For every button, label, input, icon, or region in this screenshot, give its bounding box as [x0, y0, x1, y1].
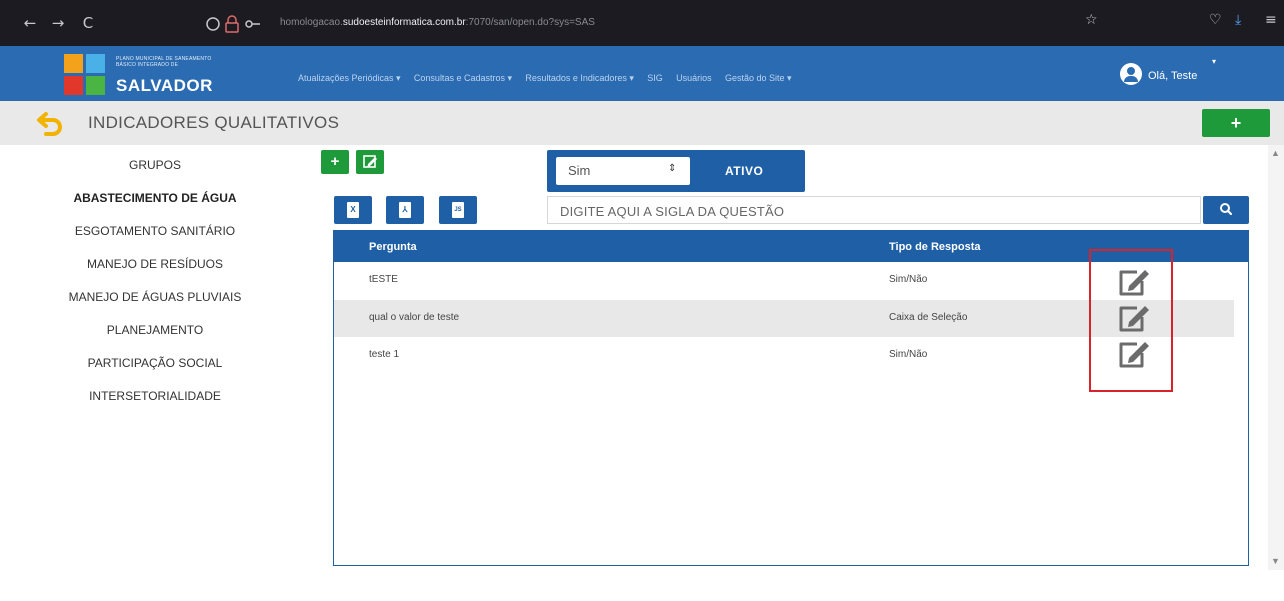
- column-header-tipo-resposta[interactable]: Tipo de Resposta: [889, 241, 980, 253]
- sidebar-item-planejamento[interactable]: PLANEJAMENTO: [0, 323, 310, 337]
- back-return-icon[interactable]: [36, 108, 66, 138]
- back-arrow-icon[interactable]: ←: [22, 14, 38, 32]
- sidebar-item-intersetorialidade[interactable]: INTERSETORIALIDADE: [0, 389, 310, 403]
- page-title: INDICADORES QUALITATIVOS: [88, 113, 340, 132]
- forward-arrow-icon[interactable]: →: [50, 14, 66, 32]
- cell-tipo-resposta: Sim/Não: [889, 274, 928, 285]
- security-icons: [206, 15, 260, 33]
- nav-gestao[interactable]: Gestão do Site ▾: [725, 73, 792, 83]
- select-arrows-icon: ⇕: [668, 163, 677, 174]
- export-excel-button[interactable]: X: [334, 196, 372, 224]
- active-select-value: Sim: [568, 163, 591, 178]
- reload-icon[interactable]: C: [80, 14, 96, 32]
- export-pdf-button[interactable]: ⅄: [386, 196, 424, 224]
- search-icon: [1220, 203, 1233, 216]
- cell-pergunta: tESTE: [369, 274, 398, 285]
- url-domain: sudoesteinformatica.com.br: [342, 17, 466, 28]
- pdf-file-icon: ⅄: [399, 202, 411, 218]
- user-greeting: Olá, Teste: [1148, 70, 1198, 82]
- active-label: ATIVO: [725, 164, 764, 178]
- scroll-up-icon[interactable]: ▲: [1271, 148, 1280, 158]
- cell-tipo-resposta: Caixa de Seleção: [889, 312, 968, 323]
- pocket-shield-icon[interactable]: ♡: [1209, 12, 1222, 28]
- download-icon[interactable]: ⤓: [1235, 12, 1241, 28]
- sidebar-heading-grupos: GRUPOS: [128, 158, 181, 172]
- nav-sig[interactable]: SIG: [647, 73, 663, 83]
- scroll-down-icon[interactable]: ▼: [1271, 556, 1280, 566]
- user-avatar-icon: [1120, 63, 1142, 85]
- sidebar-item-abastecimento[interactable]: ABASTECIMENTO DE ÁGUA: [0, 191, 310, 205]
- cell-tipo-resposta: Sim/Não: [889, 349, 928, 360]
- sidebar-item-aguas-pluviais[interactable]: MANEJO DE ÁGUAS PLUVIAIS: [0, 290, 310, 304]
- cell-pergunta: teste 1: [369, 349, 400, 360]
- url-prefix: homologacao.: [280, 17, 343, 28]
- highlight-box: [1089, 249, 1173, 392]
- search-input[interactable]: DIGITE AQUI A SIGLA DA QUESTÃO: [547, 196, 1201, 224]
- menu-icon[interactable]: ≡: [1265, 12, 1277, 28]
- url-suffix: :7070/san/open.do?sys=SAS: [465, 17, 595, 28]
- nav-atualizacoes[interactable]: Atualizações Periódicas ▾: [298, 73, 401, 83]
- nav-resultados[interactable]: Resultados e Indicadores ▾: [525, 73, 634, 83]
- sidebar-item-residuos[interactable]: MANEJO DE RESÍDUOS: [0, 257, 310, 271]
- page-scrollbar[interactable]: [1268, 145, 1284, 570]
- search-placeholder: DIGITE AQUI A SIGLA DA QUESTÃO: [560, 204, 785, 219]
- nav-usuarios[interactable]: Usuários: [676, 73, 712, 83]
- user-caret-icon: ▾: [1212, 57, 1217, 66]
- logo-subtitle: PLANO MUNICIPAL DE SANEAMENTO BÁSICO INT…: [116, 56, 212, 68]
- cell-pergunta: qual o valor de teste: [369, 312, 460, 323]
- sidebar-item-esgotamento[interactable]: ESGOTAMENTO SANITÁRIO: [0, 224, 310, 238]
- bookmark-star-icon[interactable]: ☆: [1085, 12, 1098, 28]
- logo-title: SALVADOR: [116, 76, 213, 95]
- logo-mark-icon: [64, 54, 106, 96]
- nav-consultas[interactable]: Consultas e Cadastros ▾: [414, 73, 512, 83]
- sidebar-item-participacao[interactable]: PARTICIPAÇÃO SOCIAL: [0, 356, 310, 370]
- export-json-button[interactable]: JS: [439, 196, 477, 224]
- active-select[interactable]: Sim ⇕: [556, 157, 690, 185]
- add-indicator-button[interactable]: +: [1202, 109, 1270, 137]
- add-group-button[interactable]: +: [321, 150, 349, 174]
- search-button[interactable]: [1203, 196, 1249, 224]
- groups-sidebar: GRUPOS ABASTECIMENTO DE ÁGUA ESGOTAMENTO…: [0, 145, 310, 601]
- column-header-pergunta[interactable]: Pergunta: [369, 241, 417, 253]
- salvador-logo[interactable]: PLANO MUNICIPAL DE SANEAMENTO BÁSICO INT…: [64, 54, 214, 96]
- top-navigation: Atualizações Periódicas ▾ Consultas e Ca…: [298, 70, 802, 84]
- json-file-icon: JS: [452, 202, 464, 218]
- edit-group-button[interactable]: [356, 150, 384, 174]
- url-text[interactable]: homologacao.sudoesteinformatica.com.br:7…: [280, 15, 595, 31]
- edit-icon: [363, 155, 377, 168]
- excel-file-icon: X: [347, 202, 359, 218]
- url-bar-icons: [205, 15, 275, 33]
